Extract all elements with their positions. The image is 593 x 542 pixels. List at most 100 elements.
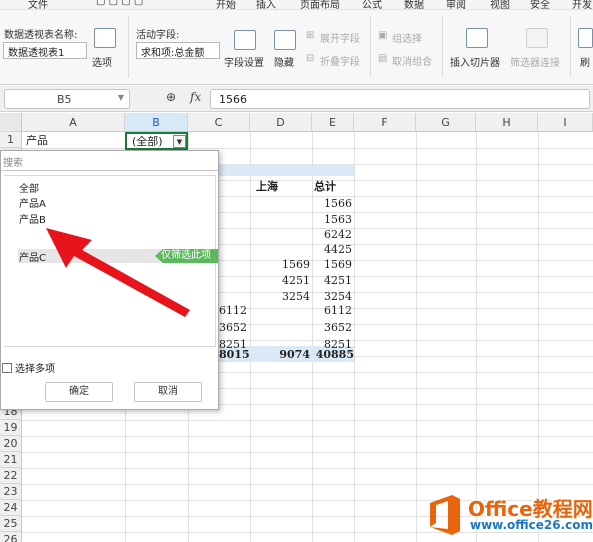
cell-e[interactable]: 1566: [312, 195, 352, 212]
hide-button[interactable]: 隐藏: [274, 54, 294, 69]
filter-item-product-b[interactable]: 产品B: [19, 211, 46, 226]
column-header[interactable]: H: [476, 113, 538, 132]
column-header[interactable]: I: [538, 113, 593, 132]
formula-bar: B5 ▼ ⊕ fx 1566: [0, 86, 593, 112]
row-header[interactable]: 1: [0, 132, 22, 148]
cell-d[interactable]: 3254: [270, 288, 310, 305]
cell-d[interactable]: 4251: [270, 272, 310, 289]
active-field-input[interactable]: 求和项:总金额: [136, 42, 220, 59]
watermark-url: www.office26.com: [470, 518, 593, 532]
expand-field-button[interactable]: 展开字段: [320, 30, 360, 45]
row-header[interactable]: 22: [0, 468, 22, 484]
collapse-field-icon: ⊟: [306, 53, 315, 64]
grid-column-line: [416, 132, 417, 542]
cell-d-total[interactable]: 9074: [264, 346, 310, 363]
grid-row-line: [22, 468, 593, 469]
ribbon-separator: [570, 16, 571, 78]
tab-page-layout[interactable]: 页面布局: [300, 0, 340, 9]
cell-c[interactable]: 6112: [219, 302, 247, 319]
column-header[interactable]: C: [188, 113, 250, 132]
tab-developer[interactable]: 开发: [572, 0, 592, 9]
row-header[interactable]: 26: [0, 532, 22, 542]
select-all-corner[interactable]: [0, 113, 22, 132]
cell-e[interactable]: 1569: [312, 256, 352, 273]
column-header[interactable]: E: [312, 113, 354, 132]
tab-insert[interactable]: 插入: [256, 0, 276, 9]
insert-slicer-button[interactable]: 插入切片器: [450, 54, 500, 69]
ribbon-separator: [442, 16, 443, 78]
grid-row-line: [22, 452, 593, 453]
cell-e[interactable]: 6112: [312, 302, 352, 319]
cell-e[interactable]: 4251: [312, 272, 352, 289]
pivot-name-input[interactable]: 数据透视表1: [3, 42, 87, 59]
field-settings-icon[interactable]: [234, 30, 256, 50]
group-selection-icon: ▣: [378, 30, 388, 41]
cell-a1[interactable]: 产品: [26, 132, 48, 149]
hide-icon[interactable]: [274, 30, 296, 50]
header-shanghai[interactable]: 上海: [256, 178, 278, 195]
tab-home[interactable]: 开始: [216, 0, 236, 9]
only-filter-this-button[interactable]: 仅筛选此项: [155, 249, 218, 263]
tab-data[interactable]: 数据: [404, 0, 424, 9]
ungroup-button[interactable]: 取消组合: [392, 53, 432, 68]
name-box[interactable]: B5 ▼: [4, 89, 130, 109]
field-settings-button[interactable]: 字段设置: [224, 54, 264, 69]
grid-column-line: [538, 132, 539, 542]
group-selection-button[interactable]: 组选择: [392, 30, 422, 45]
cancel-button[interactable]: 取消: [134, 382, 202, 402]
grid-row-line: [22, 484, 593, 485]
column-header[interactable]: G: [416, 113, 476, 132]
filter-dropdown-button[interactable]: ▼: [173, 135, 186, 148]
tab-view[interactable]: 视图: [490, 0, 510, 9]
ok-button[interactable]: 确定: [45, 382, 113, 402]
row-header[interactable]: 24: [0, 500, 22, 516]
grid-row-line: [22, 436, 593, 437]
collapse-field-button[interactable]: 折叠字段: [320, 53, 360, 68]
pivot-analyze-ribbon: 数据透视表名称: 数据透视表1 选项 活动字段: 求和项:总金额 字段设置 隐藏…: [0, 10, 593, 85]
multi-select-label[interactable]: 选择多项: [15, 360, 55, 375]
fx-label[interactable]: fx: [190, 90, 201, 104]
expand-field-icon: ⊞: [306, 30, 315, 41]
row-header[interactable]: 25: [0, 516, 22, 532]
multi-select-checkbox[interactable]: [2, 363, 12, 373]
filter-item-product-c[interactable]: 产品C: [19, 249, 46, 264]
tab-review[interactable]: 审阅: [446, 0, 466, 9]
refresh-button[interactable]: 刷: [580, 54, 590, 69]
filter-item-all[interactable]: 全部: [19, 180, 39, 195]
header-total[interactable]: 总计: [314, 178, 336, 195]
row-header[interactable]: 21: [0, 452, 22, 468]
filter-search-input[interactable]: 搜索: [1, 151, 218, 171]
filter-item-list[interactable]: 全部 产品A 产品B 产品C 仅筛选此项: [4, 175, 218, 347]
cell-c[interactable]: 3652: [219, 319, 247, 336]
tab-security[interactable]: 安全: [530, 0, 550, 9]
grid-column-line: [476, 132, 477, 542]
insert-slicer-icon[interactable]: [466, 28, 488, 48]
cell-b1-value: (全部): [132, 135, 163, 148]
file-icons: ▢ ▢ ▢ ▢: [96, 0, 144, 7]
options-icon[interactable]: [94, 28, 116, 48]
cell-e[interactable]: 3652: [312, 319, 352, 336]
row-header[interactable]: 23: [0, 484, 22, 500]
cell-e-total[interactable]: 40885: [310, 346, 354, 363]
cell-d[interactable]: 1569: [270, 256, 310, 273]
tab-file[interactable]: 文件: [28, 0, 48, 9]
column-header[interactable]: B: [125, 113, 188, 132]
grid-column-line: [250, 132, 251, 542]
pivot-name-label: 数据透视表名称:: [4, 30, 78, 41]
options-button[interactable]: 选项: [92, 54, 112, 69]
refresh-icon[interactable]: [578, 28, 593, 48]
chevron-down-icon[interactable]: ▼: [118, 93, 124, 102]
column-header[interactable]: D: [250, 113, 312, 132]
row-header[interactable]: 19: [0, 420, 22, 436]
row-header[interactable]: 20: [0, 436, 22, 452]
filter-connections-button[interactable]: 筛选器连接: [510, 54, 560, 69]
grid-column-line: [354, 132, 355, 542]
formula-input[interactable]: 1566: [210, 89, 590, 109]
zoom-icon[interactable]: ⊕: [166, 90, 176, 104]
tab-formulas[interactable]: 公式: [362, 0, 382, 9]
filter-item-product-a[interactable]: 产品A: [19, 195, 46, 210]
cell-c-total[interactable]: 8015: [219, 346, 250, 363]
filter-connections-icon: [526, 28, 548, 48]
column-header[interactable]: A: [22, 113, 125, 132]
column-header[interactable]: F: [354, 113, 416, 132]
